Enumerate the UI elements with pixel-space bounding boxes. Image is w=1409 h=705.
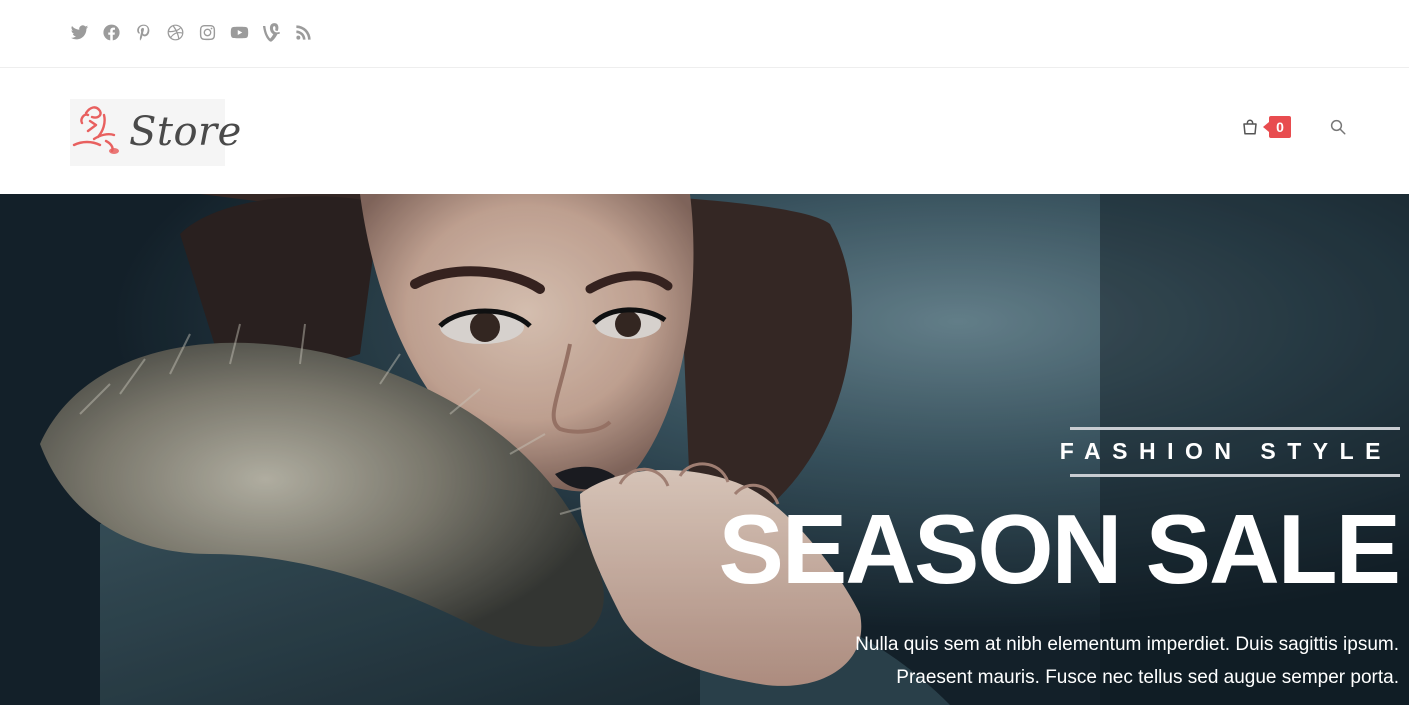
youtube-icon[interactable] (229, 21, 249, 43)
site-header: Store 0 (0, 68, 1409, 194)
twitter-icon[interactable] (69, 21, 89, 43)
cart-count-badge: 0 (1263, 116, 1291, 138)
logo-text: Store (129, 109, 242, 155)
search-icon (1330, 119, 1346, 135)
hero-kicker: FASHION STYLE (1059, 438, 1392, 464)
instagram-icon[interactable] (197, 21, 217, 43)
facebook-icon[interactable] (101, 21, 121, 43)
hero-title: SEASON SALE (718, 494, 1401, 604)
hero-description-line: Nulla quis sem at nibh elementum imperdi… (855, 634, 1399, 655)
header-actions: 0 (1241, 116, 1347, 138)
pinterest-icon[interactable] (133, 21, 153, 43)
rss-icon[interactable] (293, 21, 313, 43)
hero-description: Nulla quis sem at nibh elementum imperdi… (699, 628, 1399, 694)
dribbble-icon[interactable] (165, 21, 185, 43)
hero-banner: FASHION STYLE SEASON SALE Nulla quis sem… (0, 194, 1409, 705)
social-links (69, 21, 313, 43)
site-logo[interactable]: Store (70, 99, 241, 166)
search-button[interactable] (1329, 118, 1347, 136)
logo-mark-icon (72, 106, 119, 154)
hero-kicker-frame: FASHION STYLE (1060, 427, 1400, 477)
cart-button[interactable]: 0 (1241, 116, 1291, 138)
vine-icon[interactable] (261, 21, 281, 43)
hero-description-line: Praesent mauris. Fusce nec tellus sed au… (896, 667, 1399, 688)
shopping-bag-icon (1243, 119, 1257, 135)
top-bar (0, 0, 1409, 68)
